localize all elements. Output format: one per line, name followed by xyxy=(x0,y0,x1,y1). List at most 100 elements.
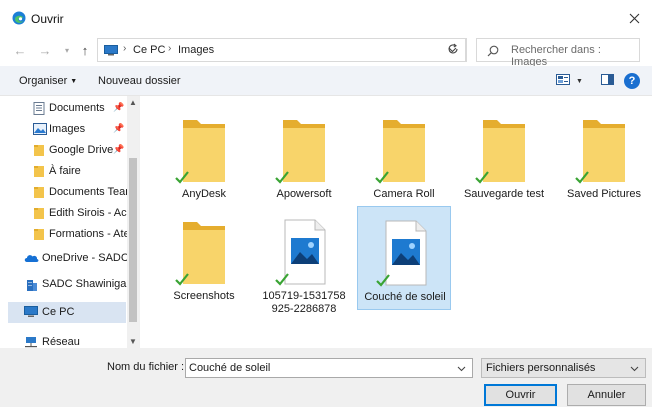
sidebar-item-ce-pc[interactable]: Ce PC xyxy=(8,302,126,323)
chevron-down-icon xyxy=(630,363,639,375)
list-item-selected[interactable]: Couché de soleil xyxy=(357,206,451,310)
folder-icon xyxy=(167,112,241,188)
breadcrumb-separator-icon: › xyxy=(168,43,172,54)
file-type-value: Fichiers personnalisés xyxy=(486,362,596,374)
sidebar-item-label: Documents Tean xyxy=(49,186,132,198)
caret-down-icon: ▼ xyxy=(576,77,583,85)
sidebar-item-label: OneDrive - SADC xyxy=(42,252,129,264)
list-item[interactable]: 105719-1531758 925-2286878 xyxy=(257,206,351,326)
filename-field[interactable]: Couché de soleil xyxy=(185,358,473,378)
file-name: AnyDesk xyxy=(181,188,227,200)
folder-icon xyxy=(33,186,47,199)
network-icon xyxy=(24,336,38,348)
organize-label: Organiser xyxy=(19,75,68,87)
scrollbar-thumb[interactable] xyxy=(129,158,137,322)
view-list-icon xyxy=(556,74,570,88)
sidebar-item-google-drive[interactable]: Google Drive 📌 xyxy=(0,140,128,161)
filename-label: Nom du fichier : xyxy=(107,361,185,373)
folder-icon xyxy=(33,144,47,157)
sidebar-item-label: À faire xyxy=(49,165,81,177)
new-folder-button[interactable]: Nouveau dossier xyxy=(98,75,181,87)
scroll-up-icon[interactable]: ▲ xyxy=(129,98,137,107)
computer-icon xyxy=(104,45,118,59)
close-icon[interactable] xyxy=(624,8,644,28)
sidebar-item-images[interactable]: Images 📌 xyxy=(0,119,128,140)
sidebar-item-documents[interactable]: Documents 📌 xyxy=(0,98,128,119)
command-bar: Organiser ▼ Nouveau dossier ▼ ? xyxy=(0,66,652,96)
title-bar: Ouvrir xyxy=(0,0,652,36)
sidebar-item-documents-team[interactable]: Documents Tean xyxy=(0,182,132,203)
refresh-button[interactable] xyxy=(440,38,467,62)
search-icon xyxy=(487,45,499,60)
list-item[interactable]: AnyDesk xyxy=(157,104,251,208)
search-input[interactable]: Rechercher dans : Images xyxy=(476,38,640,68)
list-item[interactable]: Camera Roll xyxy=(357,104,451,208)
onedrive-icon xyxy=(24,252,39,265)
back-arrow-icon[interactable]: ← xyxy=(12,42,28,58)
address-row: ← → ▾ ↑ › Ce PC › Images Rechercher dans… xyxy=(0,36,652,68)
file-name: Camera Roll xyxy=(373,188,435,200)
folder-icon xyxy=(267,112,341,188)
preview-pane-button[interactable] xyxy=(601,73,614,89)
sidebar-scrollbar[interactable]: ▲ ▼ xyxy=(127,96,139,348)
address-bar[interactable]: › Ce PC › Images xyxy=(97,38,466,62)
sidebar-item-label: Google Drive xyxy=(49,144,114,156)
image-file-icon xyxy=(368,215,442,291)
documents-icon xyxy=(33,102,47,115)
folder-icon xyxy=(567,112,641,188)
breadcrumb-ce-pc[interactable]: Ce PC xyxy=(133,44,165,56)
list-item[interactable]: Sauvegarde test xyxy=(457,104,551,208)
cancel-button[interactable]: Annuler xyxy=(567,384,646,406)
file-name: Screenshots xyxy=(173,290,235,302)
image-file-icon xyxy=(267,214,341,290)
sidebar-item-sadc-shawinigan[interactable]: SADC Shawinigan xyxy=(0,274,133,295)
pin-icon: 📌 xyxy=(113,102,125,112)
sidebar-item-onedrive[interactable]: OneDrive - SADC xyxy=(0,248,129,269)
folder-icon xyxy=(33,165,47,178)
file-type-select[interactable]: Fichiers personnalisés xyxy=(481,358,646,378)
sidebar-item-formations[interactable]: Formations - Ate xyxy=(0,224,130,245)
file-name-line-1: 105719-1531758 xyxy=(262,290,346,302)
recent-locations-chevron-icon[interactable]: ▾ xyxy=(59,42,75,58)
change-view-button[interactable]: ▼ xyxy=(556,73,583,89)
building-icon xyxy=(26,278,40,291)
breadcrumb-images[interactable]: Images xyxy=(178,44,214,56)
list-item[interactable]: Apowersoft xyxy=(257,104,351,208)
sidebar-item-label: Formations - Ate xyxy=(49,228,130,240)
up-arrow-icon[interactable]: ↑ xyxy=(77,42,93,58)
open-button[interactable]: Ouvrir xyxy=(484,384,557,406)
folder-icon xyxy=(33,228,47,241)
sidebar-item-label: Ce PC xyxy=(42,306,75,318)
computer-icon xyxy=(24,306,38,319)
sidebar-item-label: SADC Shawinigan xyxy=(42,278,133,290)
sidebar-item-label: Réseau xyxy=(42,336,80,348)
refresh-icon xyxy=(447,43,459,58)
folder-icon xyxy=(367,112,441,188)
sidebar-item-a-faire[interactable]: À faire xyxy=(0,161,128,182)
navigation-pane: Documents 📌 Images 📌 Google Drive 📌 À fa… xyxy=(0,96,140,348)
caret-down-icon: ▼ xyxy=(70,78,78,85)
folder-icon xyxy=(467,112,541,188)
preview-pane-icon xyxy=(601,74,614,88)
file-name-line-2: 925-2286878 xyxy=(271,303,337,315)
sidebar-item-label: Documents xyxy=(49,102,105,114)
help-icon[interactable]: ? xyxy=(624,73,640,89)
pin-icon: 📌 xyxy=(113,123,125,133)
pictures-icon xyxy=(33,123,47,136)
file-name: 105719-1531758 925-2286878 xyxy=(257,290,351,316)
sidebar-item-reseau[interactable]: Réseau xyxy=(0,332,128,348)
pin-icon: 📌 xyxy=(113,144,125,154)
file-name: Sauvegarde test xyxy=(463,188,545,200)
sidebar-item-edith-sirois[interactable]: Edith Sirois - Acc xyxy=(0,203,132,224)
folder-icon xyxy=(33,207,47,220)
list-item[interactable]: Screenshots xyxy=(157,206,251,310)
chevron-down-icon[interactable] xyxy=(457,363,466,375)
file-name: Couché de soleil xyxy=(364,291,446,303)
file-name: Apowersoft xyxy=(276,188,332,200)
forward-arrow-icon[interactable]: → xyxy=(37,42,53,58)
scroll-down-icon[interactable]: ▼ xyxy=(129,337,137,346)
list-item[interactable]: Saved Pictures xyxy=(557,104,651,208)
folder-icon xyxy=(167,214,241,290)
organize-menu-button[interactable]: Organiser ▼ xyxy=(19,75,77,87)
sidebar-item-label: Edith Sirois - Acc xyxy=(49,207,133,219)
